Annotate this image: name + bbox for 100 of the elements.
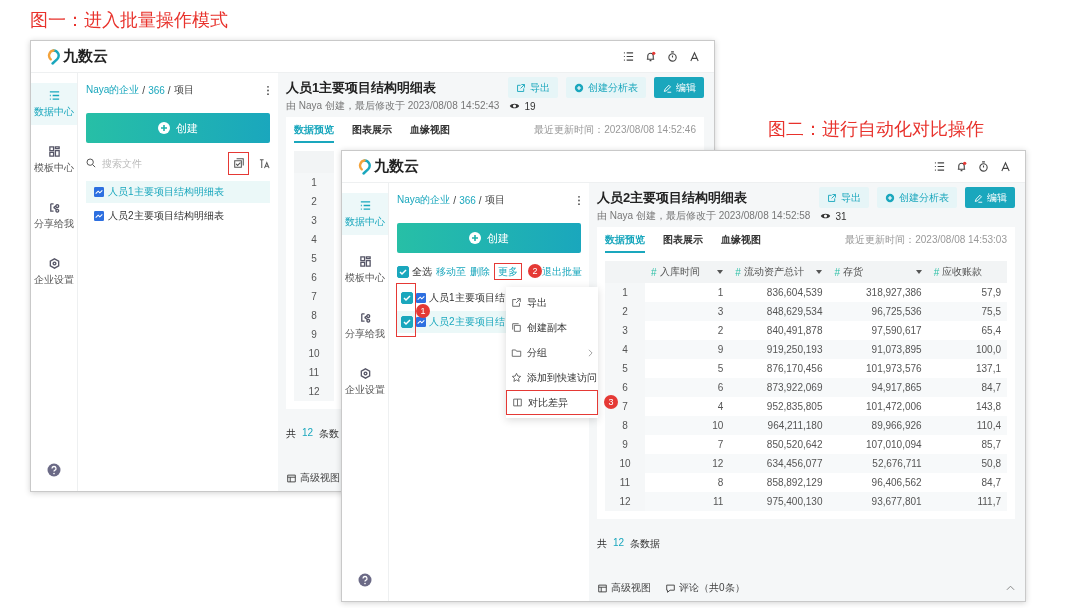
help-icon[interactable]	[358, 573, 372, 587]
nav-item[interactable]: 企业设置	[342, 361, 388, 403]
nav-label: 模板中心	[34, 161, 74, 175]
pencil-icon	[662, 82, 672, 93]
nav-label: 模板中心	[345, 271, 385, 285]
column-header[interactable]: # 入库时间	[645, 261, 730, 283]
row-number: 2	[605, 302, 645, 321]
table-cell: 975,400,130	[729, 492, 829, 511]
table-cell-text: 107,010,094	[865, 438, 923, 452]
table-cell-text: 952,835,805	[765, 400, 824, 414]
breadcrumb-text: /	[478, 194, 482, 206]
user-icon[interactable]	[689, 51, 700, 62]
nav-label: 分享给我	[34, 217, 74, 231]
grid-icon	[47, 145, 61, 158]
nav-label: 数据中心	[34, 105, 74, 119]
table-cell-text: 96,406,562	[870, 476, 923, 490]
column-header[interactable]: # 应收账款	[927, 261, 1007, 283]
share-icon	[47, 201, 61, 214]
sheet-title: 人员1主要项目结构明细表	[286, 78, 437, 97]
table-cell-text: 858,892,129	[765, 476, 824, 490]
menu-item[interactable]: 导出	[506, 290, 598, 315]
table-cell: 111,7	[927, 492, 1007, 511]
logo-text: 九数云	[374, 157, 419, 176]
dropdown-icon[interactable]	[915, 270, 922, 274]
dropdown-icon[interactable]	[816, 270, 823, 274]
checkbox[interactable]	[401, 316, 413, 328]
nav-item[interactable]: 模板中心	[31, 139, 77, 181]
bell-icon[interactable]	[645, 51, 656, 62]
view-count: 31	[835, 210, 847, 222]
table-cell-text: 85,7	[980, 438, 1002, 452]
nav-item[interactable]: 企业设置	[31, 251, 77, 293]
batch-select-icon[interactable]	[228, 151, 249, 175]
checkbox[interactable]	[401, 292, 413, 304]
row-number: 8	[294, 306, 334, 325]
menu-item[interactable]: 添加到快速访问	[506, 365, 598, 390]
list-icon[interactable]	[934, 161, 945, 172]
select-all-label[interactable]: 全选	[412, 265, 432, 279]
sheet-meta: 由 Naya 创建，最后修改于 2023/08/08 14:52:58	[597, 209, 811, 223]
export-icon	[516, 82, 526, 93]
nav-label: 数据中心	[345, 215, 385, 229]
total-label: 共	[286, 427, 296, 441]
folder-icon	[511, 347, 522, 358]
row-number: 6	[294, 268, 334, 287]
footer-link[interactable]: 评论（共0条）	[665, 581, 745, 595]
more-icon[interactable]	[577, 194, 581, 206]
tab[interactable]: 血缘视图	[721, 227, 761, 253]
user-icon[interactable]	[1000, 161, 1011, 172]
logo-icon	[47, 48, 60, 65]
more-icon[interactable]	[266, 84, 270, 96]
help-icon[interactable]	[47, 463, 61, 477]
menu-item[interactable]: 创建副本	[506, 315, 598, 340]
table-cell-text: 143,8	[974, 400, 1002, 414]
sort-icon[interactable]	[259, 157, 270, 169]
caption: 图二：进行自动化对比操作	[768, 118, 984, 141]
breadcrumb-text: 项目	[484, 193, 505, 207]
list-icon	[47, 89, 61, 102]
tab[interactable]: 血缘视图	[410, 117, 450, 143]
table-cell-text: 5	[716, 362, 725, 376]
nav-item[interactable]: 模板中心	[342, 249, 388, 291]
chart-file-icon	[94, 211, 104, 221]
timer-icon[interactable]	[978, 161, 989, 172]
row-number: 4	[294, 230, 334, 249]
row-number: 6	[605, 378, 645, 397]
footer-link[interactable]: 高级视图	[286, 471, 340, 485]
footer-link[interactable]: 高级视图	[597, 581, 651, 595]
table-cell-text: 8	[716, 476, 725, 490]
bell-icon[interactable]	[956, 161, 967, 172]
search-field[interactable]: 搜索文件	[102, 157, 222, 169]
file-item[interactable]: 人员2主要项目结构明细表	[86, 205, 270, 227]
row-number: 10	[294, 344, 334, 363]
table-cell-text: 836,604,539	[765, 286, 824, 300]
timer-icon[interactable]	[667, 51, 678, 62]
breadcrumb-text: /	[167, 84, 171, 96]
tab[interactable]: 图表展示	[352, 117, 392, 143]
table-cell: 50,8	[927, 454, 1007, 473]
checkbox[interactable]	[397, 266, 409, 278]
table-cell: 873,922,069	[729, 378, 829, 397]
chart-file-icon	[94, 187, 104, 197]
chart-file-icon	[416, 293, 426, 303]
dropdown-icon[interactable]	[717, 270, 724, 274]
nav-item[interactable]: 分享给我	[342, 305, 388, 347]
column-header[interactable]: # 流动资产总计	[729, 261, 829, 283]
grid-icon	[358, 255, 372, 268]
nav-label: 分享给我	[345, 327, 385, 341]
table-cell: 3	[645, 302, 730, 321]
breadcrumb-text: /	[142, 84, 146, 96]
plus-icon	[574, 82, 584, 93]
star-icon	[511, 372, 522, 383]
menu-item[interactable]: 分组	[506, 340, 598, 365]
plus-icon	[885, 192, 895, 203]
list-icon[interactable]	[623, 51, 634, 62]
copy-icon	[511, 322, 522, 333]
table-cell: 10	[645, 416, 730, 435]
chart-file-icon	[416, 317, 426, 327]
row-number: 1	[605, 283, 645, 302]
nav-item[interactable]: 分享给我	[31, 195, 77, 237]
tab[interactable]: 图表展示	[663, 227, 703, 253]
table-cell: 93,677,801	[828, 492, 928, 511]
table-view-icon	[597, 582, 608, 594]
column-header[interactable]: # 存货	[828, 261, 928, 283]
